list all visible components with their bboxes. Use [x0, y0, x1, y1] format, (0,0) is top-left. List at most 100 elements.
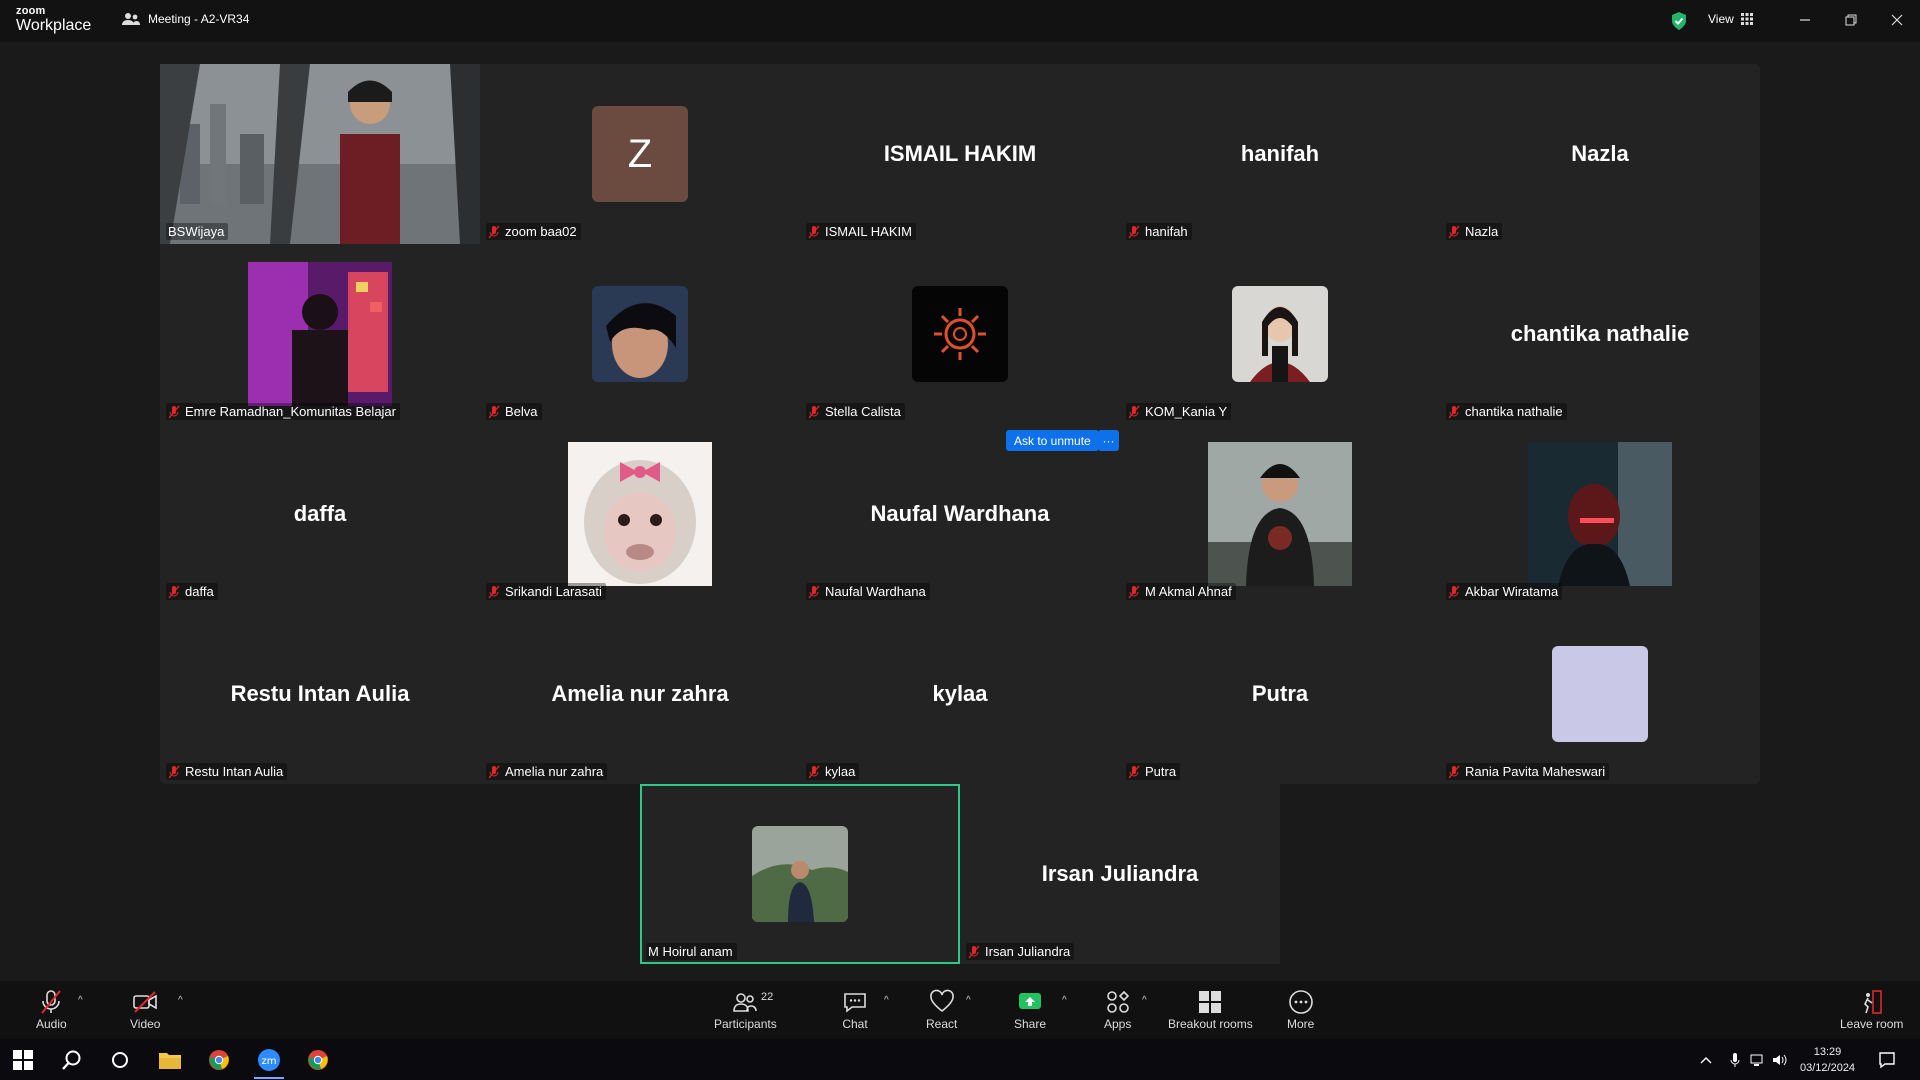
- video-options-caret[interactable]: ^: [178, 995, 183, 1006]
- apps-button[interactable]: Apps: [1104, 989, 1131, 1031]
- mic-muted-icon: [968, 945, 980, 958]
- restore-button[interactable]: [1838, 8, 1864, 32]
- participant-tile-active[interactable]: M Hoirul anam: [640, 784, 960, 964]
- audio-button[interactable]: Audio: [36, 989, 67, 1031]
- apps-options-caret[interactable]: ^: [1142, 995, 1147, 1006]
- breakout-rooms-button[interactable]: Breakout rooms: [1168, 989, 1253, 1031]
- minimize-button[interactable]: [1792, 8, 1818, 32]
- participant-tile[interactable]: Stella Calista: [800, 244, 1120, 424]
- mic-muted-icon: [1448, 405, 1460, 418]
- leave-room-button[interactable]: Leave room: [1840, 989, 1903, 1031]
- volume-tray-icon[interactable]: [1770, 1045, 1790, 1075]
- participant-name: kylaa: [825, 764, 856, 779]
- participant-tile[interactable]: Emre Ramadhan_Komunitas Belajar: [160, 244, 480, 424]
- participant-photo: [1208, 442, 1352, 586]
- participant-tile[interactable]: Rania Pavita Maheswari: [1440, 604, 1760, 784]
- participant-name-label: ISMAIL HAKIM: [806, 223, 916, 240]
- zoom-active-indicator: [254, 1077, 284, 1079]
- share-button[interactable]: Share: [1014, 989, 1046, 1031]
- participant-name-label: M Hoirul anam: [646, 943, 737, 960]
- mic-muted-icon: [808, 765, 820, 778]
- more-icon: [1288, 990, 1313, 1014]
- participant-tile[interactable]: ISMAIL HAKIM ISMAIL HAKIM: [800, 64, 1120, 244]
- apps-label: Apps: [1104, 1017, 1132, 1031]
- share-screen-icon: [1019, 993, 1042, 1009]
- participant-tile[interactable]: M Akmal Ahnaf: [1120, 424, 1440, 604]
- participant-tile[interactable]: chantika nathalie chantika nathalie: [1440, 244, 1760, 424]
- chrome-app-2[interactable]: [303, 1045, 333, 1075]
- chat-button[interactable]: Chat: [842, 989, 868, 1031]
- participant-name-label: Irsan Juliandra: [966, 943, 1075, 960]
- participant-tile[interactable]: Belva: [480, 244, 800, 424]
- participant-tile[interactable]: Irsan Juliandra Irsan Juliandra: [960, 784, 1280, 964]
- title-bar: zoom Workplace Meeting - A2-VR34 View: [0, 0, 1920, 42]
- clock-date: 03/12/2024: [1800, 1062, 1856, 1074]
- tile-more-options-button[interactable]: ···: [1098, 430, 1119, 451]
- participant-photo: [592, 286, 688, 382]
- react-options-caret[interactable]: ^: [966, 995, 971, 1006]
- mic-muted-icon: [808, 405, 820, 418]
- blank-avatar: [1552, 646, 1648, 742]
- file-explorer-app[interactable]: [155, 1045, 185, 1075]
- participant-name-label: KOM_Kania Y: [1126, 403, 1232, 420]
- grid-view-icon: [1740, 13, 1753, 25]
- participant-tile[interactable]: Naufal Wardhana Naufal Wardhana: [800, 424, 1120, 604]
- mic-tray-icon[interactable]: [1726, 1045, 1744, 1075]
- participant-tile[interactable]: Nazla Nazla: [1440, 64, 1760, 244]
- participant-photo: [568, 442, 712, 586]
- chat-label: Chat: [842, 1017, 868, 1031]
- search-button[interactable]: [57, 1045, 87, 1075]
- mic-muted-icon: [1448, 585, 1460, 598]
- meeting-info[interactable]: Meeting - A2-VR34: [122, 12, 249, 26]
- share-options-caret[interactable]: ^: [1062, 995, 1067, 1006]
- participant-tile[interactable]: hanifah hanifah: [1120, 64, 1440, 244]
- participant-tile[interactable]: kylaa kylaa: [800, 604, 1120, 784]
- close-button[interactable]: [1884, 8, 1910, 32]
- participants-count: 22: [761, 991, 774, 1003]
- audio-options-caret[interactable]: ^: [78, 995, 83, 1006]
- notifications-button[interactable]: [1872, 1045, 1902, 1075]
- tray-expand-button[interactable]: [1698, 1045, 1714, 1075]
- restore-icon: [1845, 14, 1857, 26]
- more-button[interactable]: More: [1287, 989, 1314, 1031]
- participant-tile[interactable]: Srikandi Larasati: [480, 424, 800, 604]
- cortana-button[interactable]: [105, 1045, 135, 1075]
- participant-tile[interactable]: BSWijaya: [160, 64, 480, 244]
- participant-tile[interactable]: Akbar Wiratama: [1440, 424, 1760, 604]
- participant-name: hanifah: [1145, 224, 1188, 239]
- breakout-rooms-label: Breakout rooms: [1168, 1017, 1253, 1031]
- participant-name-label: Amelia nur zahra: [486, 763, 608, 780]
- participant-tile[interactable]: daffa daffa: [160, 424, 480, 604]
- participant-tile[interactable]: Amelia nur zahra Amelia nur zahra: [480, 604, 800, 784]
- meeting-toolbar: Audio ^ Video ^ Participants 22 Chat ^ R…: [0, 981, 1920, 1039]
- close-icon: [1891, 14, 1903, 26]
- ask-to-unmute-button[interactable]: Ask to unmute: [1006, 430, 1099, 451]
- volume-icon: [1773, 1054, 1787, 1066]
- participant-name-label: hanifah: [1126, 223, 1192, 240]
- participant-name: Srikandi Larasati: [505, 584, 602, 599]
- participant-name-label: chantika nathalie: [1446, 403, 1567, 420]
- view-button[interactable]: View: [1708, 12, 1753, 26]
- participant-name-label: daffa: [166, 583, 218, 600]
- participant-name: Belva: [505, 404, 538, 419]
- participant-name: Putra: [1145, 764, 1177, 779]
- participant-tile[interactable]: Z zoom baa02: [480, 64, 800, 244]
- participant-photo: [1232, 286, 1328, 382]
- gallery-last-row: M Hoirul anam Irsan Juliandra Irsan Juli…: [640, 784, 1280, 964]
- zoom-app[interactable]: zm: [254, 1045, 284, 1075]
- encryption-shield-icon[interactable]: [1670, 11, 1688, 31]
- participant-tile[interactable]: Putra Putra: [1120, 604, 1440, 784]
- participant-name: Naufal Wardhana: [825, 584, 926, 599]
- participant-display-name: hanifah: [1240, 141, 1320, 166]
- network-tray-icon[interactable]: [1748, 1045, 1768, 1075]
- video-button[interactable]: Video: [130, 989, 160, 1031]
- participant-tile[interactable]: KOM_Kania Y: [1120, 244, 1440, 424]
- chat-options-caret[interactable]: ^: [884, 995, 889, 1006]
- participant-display-name: Naufal Wardhana: [870, 501, 1050, 526]
- start-button[interactable]: [8, 1045, 38, 1075]
- chrome-app[interactable]: [204, 1045, 234, 1075]
- system-clock[interactable]: 13:29 03/12/2024: [1800, 1044, 1855, 1076]
- react-button[interactable]: React: [926, 989, 957, 1031]
- mic-muted-icon: [1448, 225, 1460, 238]
- participant-tile[interactable]: Restu Intan Aulia Restu Intan Aulia: [160, 604, 480, 784]
